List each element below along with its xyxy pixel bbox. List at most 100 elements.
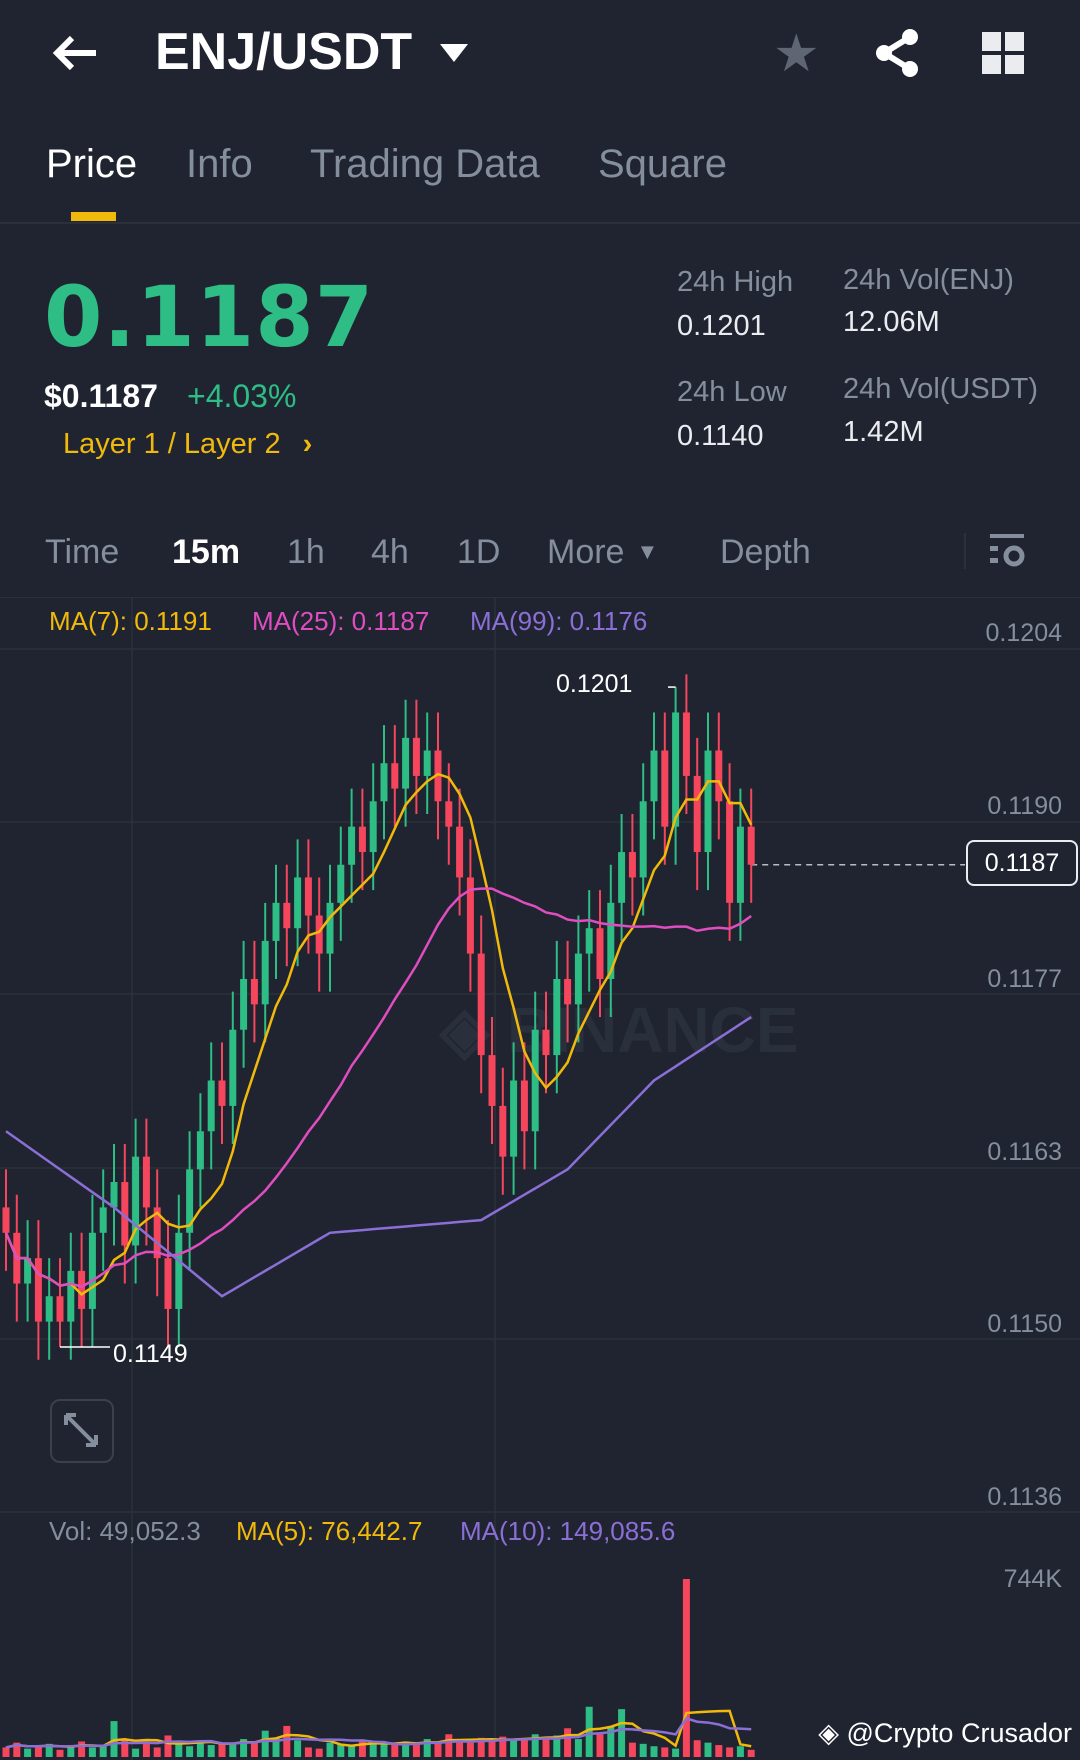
price-axis-label: 0.1190 [987,792,1062,820]
volume-bar [456,1740,464,1757]
volume-bar [380,1742,388,1757]
volume-bar [434,1742,442,1757]
candlestick-chart[interactable]: ◈ BINANCE [0,0,1080,1760]
candle-body [196,1131,204,1170]
ma99-legend: MA(99): 0.1176 [470,606,648,636]
volume-bar [304,1747,312,1757]
candle-body [650,750,658,802]
candle-body [747,826,755,865]
max-price-label: 0.1201 [556,670,633,698]
volume-bar [726,1747,734,1757]
candle-body [315,915,323,954]
volume-bar [2,1747,10,1757]
candle-body [531,1029,539,1132]
candle-body [337,864,345,903]
candle-body [704,750,712,853]
candle-body [715,750,723,802]
volume-bar [466,1742,474,1757]
volume-bar [218,1743,226,1757]
volume-bar [369,1743,377,1757]
ma25-legend: MA(25): 0.1187 [252,606,430,636]
volume-bar [164,1735,172,1757]
candle-body [2,1207,10,1233]
volume-bar [250,1741,258,1757]
volume-bar [564,1728,572,1757]
candle-body [553,978,561,1056]
candle-body [348,826,356,865]
volume-bar [88,1747,96,1757]
candle-body [564,978,572,1005]
candle-body [618,852,626,903]
volume-bar [186,1746,194,1757]
fullscreen-button[interactable] [50,1399,114,1463]
candle-body [283,902,291,929]
volume-bar [661,1747,669,1757]
candle-body [110,1182,118,1208]
volume-bar [574,1739,582,1757]
volume-bar [391,1745,399,1757]
candle-body [661,750,669,827]
watermark-text: @Crypto Crusador [846,1718,1072,1748]
candle-body [218,1080,226,1106]
watermark: ◈ @Crypto Crusador [818,1718,1072,1749]
volume-bar [618,1709,626,1757]
candle-body [45,1296,53,1322]
volume-bar [358,1740,366,1757]
candle-body [261,940,269,1005]
candle-body [693,775,701,853]
candle-body [304,877,312,916]
ma25-line [4,887,752,1289]
current-price-tag: 0.1187 [966,840,1078,886]
price-axis-label: 0.1150 [987,1310,1062,1338]
candle-body [736,826,744,903]
volume-bar [445,1734,453,1757]
price-axis-label: 0.1177 [987,965,1062,993]
min-price-label: 0.1149 [113,1340,188,1368]
candle-body [99,1207,107,1233]
volume-bar [412,1743,420,1757]
volume-bar [348,1746,356,1757]
price-axis-label: 0.1204 [985,619,1062,647]
candle-body [402,737,410,789]
vol-ma10-legend: MA(10): 149,085.6 [460,1516,676,1546]
volume-bar [628,1742,636,1757]
volume-bar [704,1742,712,1757]
candle-body [34,1258,42,1322]
candle-body [240,978,248,1030]
candle-body [358,826,366,853]
volume-bar [639,1743,647,1757]
candle-body [326,902,334,954]
volume-bar [650,1746,658,1757]
candle-body [628,852,636,878]
candle-body [488,1055,496,1106]
candle-body [456,826,464,878]
volume-bar [315,1748,323,1757]
candle-body [499,1105,507,1157]
volume-bar [747,1749,755,1757]
volume-bar [715,1745,723,1757]
candle-body [56,1296,64,1322]
volume-bar [78,1741,86,1757]
candle-body [175,1232,183,1309]
volume-ma10-line [5,1716,752,1749]
volume-bar [510,1739,518,1757]
volume-bar [153,1747,161,1757]
volume-bar [326,1742,334,1757]
vol-ma5-legend: MA(5): 76,442.7 [236,1516,423,1546]
candle-body [164,1258,172,1309]
volume-bar [99,1746,107,1757]
candle-body [726,801,734,903]
volume-bar [488,1741,496,1757]
candle-body [639,801,647,878]
candle-body [585,928,593,954]
volume-bar [132,1748,140,1757]
candle-body [369,801,377,853]
volume-bar [682,1579,690,1757]
volume-bar [34,1746,42,1757]
volume-bar [736,1746,744,1757]
candle-body [682,712,690,776]
candle-body [229,1029,237,1106]
candle-body [391,763,399,789]
price-axis-label: 0.1163 [987,1138,1062,1166]
volume-bar [542,1737,550,1757]
